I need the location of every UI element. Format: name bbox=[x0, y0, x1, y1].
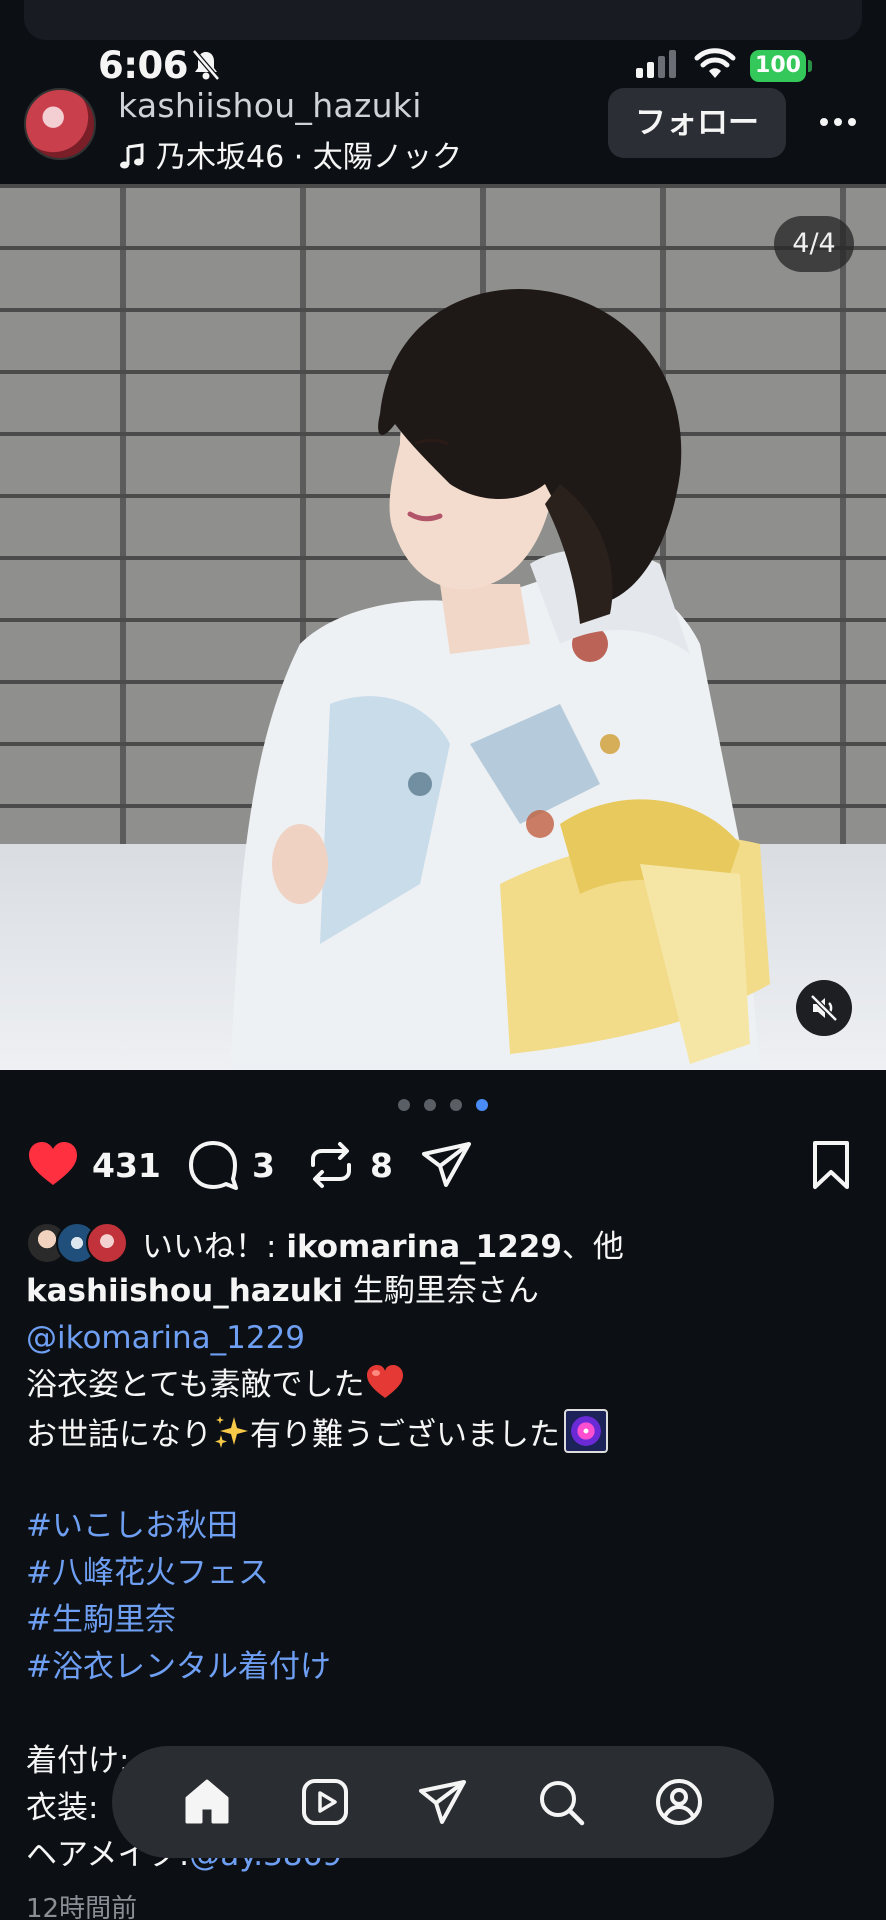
carousel-dot bbox=[450, 1099, 462, 1111]
battery-icon: 100 bbox=[750, 50, 812, 82]
liker-avatar bbox=[86, 1222, 128, 1264]
action-bar: 431 3 8 bbox=[0, 1130, 886, 1200]
author-username[interactable]: kashiishou_hazuki bbox=[118, 86, 422, 125]
music-title: 乃木坂46 · 太陽ノック bbox=[156, 140, 463, 175]
nav-home[interactable] bbox=[177, 1772, 237, 1832]
bookmark-icon bbox=[813, 1141, 849, 1189]
comment-bubble-icon bbox=[189, 1141, 238, 1190]
fireworks-emoji-icon bbox=[564, 1409, 608, 1453]
nav-search[interactable] bbox=[531, 1772, 591, 1832]
carousel-dot bbox=[398, 1099, 410, 1111]
bell-slash-icon bbox=[192, 49, 220, 81]
nav-messages[interactable] bbox=[413, 1772, 473, 1832]
more-options-icon[interactable] bbox=[812, 102, 864, 142]
sparkles-emoji-icon bbox=[215, 1416, 248, 1448]
music-attribution[interactable]: 乃木坂46 · 太陽ノック bbox=[118, 132, 462, 176]
post-media-video[interactable]: 4/4 bbox=[0, 184, 886, 1070]
red-heart-emoji-icon bbox=[366, 1365, 403, 1398]
comment-button[interactable]: 3 bbox=[186, 1130, 275, 1200]
media-counter: 4/4 bbox=[774, 216, 854, 272]
credit-dresser: 着付け: bbox=[26, 1743, 130, 1779]
credit-costume: 衣装: bbox=[26, 1790, 99, 1826]
heart-filled-icon bbox=[29, 1142, 77, 1185]
share-button[interactable] bbox=[420, 1130, 474, 1200]
liked-by-summary[interactable]: いいね！: ikomarina_1229、他 bbox=[26, 1218, 624, 1268]
mention-link[interactable]: @ikomarina_1229 bbox=[26, 1320, 305, 1356]
post-timestamp: 12時間前 bbox=[26, 1894, 138, 1920]
nav-profile[interactable] bbox=[649, 1772, 709, 1832]
nav-reels[interactable] bbox=[295, 1772, 355, 1832]
carousel-indicator bbox=[0, 1096, 886, 1111]
search-icon bbox=[540, 1781, 585, 1826]
previous-post-edge bbox=[24, 0, 862, 40]
author-avatar[interactable] bbox=[24, 88, 96, 160]
cellular-signal-icon bbox=[636, 50, 676, 78]
music-note-icon bbox=[120, 143, 144, 169]
hashtag-link[interactable]: #八峰花火フェス bbox=[26, 1555, 269, 1591]
paper-plane-icon bbox=[419, 1780, 466, 1824]
reels-play-icon bbox=[302, 1779, 348, 1825]
repost-icon bbox=[311, 1142, 351, 1188]
like-button[interactable]: 431 bbox=[26, 1130, 161, 1200]
hashtag-link[interactable]: #生駒里奈 bbox=[26, 1602, 176, 1638]
repost-button[interactable]: 8 bbox=[304, 1130, 393, 1200]
post-header: kashiishou_hazuki 乃木坂46 · 太陽ノック フォロー bbox=[0, 80, 886, 180]
repost-count: 8 bbox=[370, 1145, 393, 1185]
bottom-nav-bar bbox=[112, 1746, 774, 1858]
follow-button[interactable]: フォロー bbox=[608, 88, 786, 158]
comment-count: 3 bbox=[252, 1145, 275, 1185]
wifi-icon bbox=[694, 48, 736, 78]
mute-toggle-icon[interactable] bbox=[796, 980, 852, 1036]
bookmark-button[interactable] bbox=[804, 1130, 858, 1200]
woman-in-yukata-photo bbox=[230, 289, 770, 1070]
caption-author[interactable]: kashiishou_hazuki bbox=[26, 1273, 343, 1309]
hashtag-link[interactable]: #いこしお秋田 bbox=[26, 1508, 238, 1544]
carousel-dot bbox=[424, 1099, 436, 1111]
profile-icon bbox=[656, 1779, 702, 1825]
battery-level: 100 bbox=[750, 50, 806, 82]
carousel-dot-active bbox=[476, 1099, 488, 1111]
hashtag-link[interactable]: #浴衣レンタル着付け bbox=[26, 1649, 331, 1685]
liked-by-user[interactable]: ikomarina_1229 bbox=[286, 1229, 562, 1265]
like-count: 431 bbox=[92, 1145, 161, 1185]
home-icon bbox=[185, 1779, 229, 1824]
liked-by-text: いいね！: ikomarina_1229、他 bbox=[142, 1228, 624, 1265]
paper-plane-icon bbox=[422, 1142, 471, 1187]
